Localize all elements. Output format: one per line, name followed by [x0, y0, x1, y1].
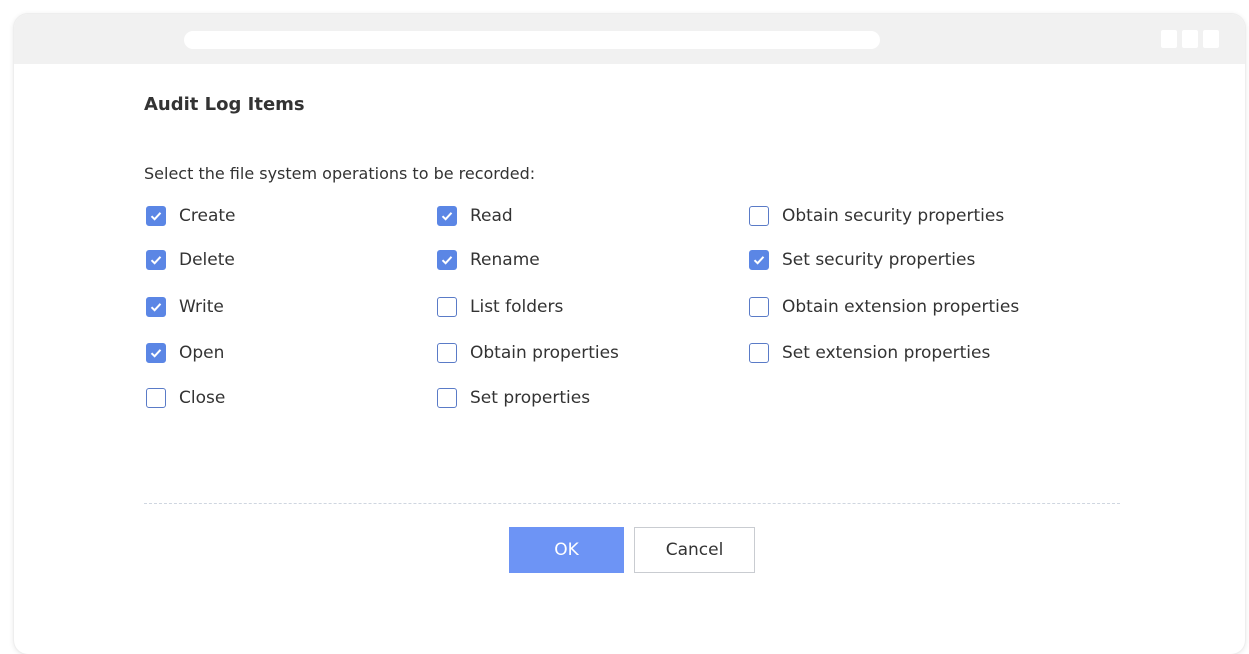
checkmark-icon	[150, 303, 162, 312]
set-properties-checkbox[interactable]	[437, 388, 457, 408]
option-create[interactable]: Create	[146, 206, 236, 226]
option-delete[interactable]: Delete	[146, 250, 235, 270]
option-write[interactable]: Write	[146, 297, 224, 317]
checkmark-icon	[441, 256, 453, 265]
obtain-security-properties-label: Obtain security properties	[782, 206, 1005, 226]
set-security-properties-checkbox[interactable]	[749, 250, 769, 270]
option-set-extension-properties[interactable]: Set extension properties	[749, 343, 990, 363]
option-set-security-properties[interactable]: Set security properties	[749, 250, 975, 270]
write-checkbox[interactable]	[146, 297, 166, 317]
close-checkbox[interactable]	[146, 388, 166, 408]
list-folders-label: List folders	[470, 297, 564, 317]
read-checkbox[interactable]	[437, 206, 457, 226]
delete-checkbox[interactable]	[146, 250, 166, 270]
option-set-properties[interactable]: Set properties	[437, 388, 590, 408]
checkmark-icon	[441, 212, 453, 221]
minimize-button[interactable]	[1161, 30, 1177, 48]
option-open[interactable]: Open	[146, 343, 224, 363]
obtain-security-properties-checkbox[interactable]	[749, 206, 769, 226]
window-titlebar	[14, 14, 1245, 64]
read-label: Read	[470, 206, 513, 226]
cancel-button[interactable]: Cancel	[634, 527, 755, 573]
obtain-extension-properties-checkbox[interactable]	[749, 297, 769, 317]
option-close[interactable]: Close	[146, 388, 225, 408]
option-obtain-extension-properties[interactable]: Obtain extension properties	[749, 297, 1019, 317]
dialog-title: Audit Log Items	[144, 94, 305, 115]
option-obtain-properties[interactable]: Obtain properties	[437, 343, 619, 363]
set-extension-properties-label: Set extension properties	[782, 343, 991, 363]
set-properties-label: Set properties	[470, 388, 591, 408]
obtain-extension-properties-label: Obtain extension properties	[782, 297, 1020, 317]
checkmark-icon	[753, 256, 765, 265]
instruction-text: Select the file system operations to be …	[144, 164, 536, 183]
list-folders-checkbox[interactable]	[437, 297, 457, 317]
option-list-folders[interactable]: List folders	[437, 297, 563, 317]
write-label: Write	[179, 297, 224, 317]
create-label: Create	[179, 206, 236, 226]
maximize-button[interactable]	[1182, 30, 1198, 48]
obtain-properties-checkbox[interactable]	[437, 343, 457, 363]
ok-button[interactable]: OK	[509, 527, 624, 573]
close-label: Close	[179, 388, 226, 408]
rename-checkbox[interactable]	[437, 250, 457, 270]
checkmark-icon	[150, 349, 162, 358]
checkmark-icon	[150, 256, 162, 265]
option-rename[interactable]: Rename	[437, 250, 540, 270]
set-extension-properties-checkbox[interactable]	[749, 343, 769, 363]
set-security-properties-label: Set security properties	[782, 250, 976, 270]
checkmark-icon	[150, 212, 162, 221]
option-read[interactable]: Read	[437, 206, 513, 226]
option-obtain-security-properties[interactable]: Obtain security properties	[749, 206, 1004, 226]
close-window-button[interactable]	[1203, 30, 1219, 48]
window-controls	[1161, 30, 1219, 48]
obtain-properties-label: Obtain properties	[470, 343, 619, 363]
open-label: Open	[179, 343, 225, 363]
address-bar[interactable]	[184, 31, 880, 49]
open-checkbox[interactable]	[146, 343, 166, 363]
dialog-divider	[144, 503, 1120, 504]
delete-label: Delete	[179, 250, 235, 270]
rename-label: Rename	[470, 250, 540, 270]
create-checkbox[interactable]	[146, 206, 166, 226]
